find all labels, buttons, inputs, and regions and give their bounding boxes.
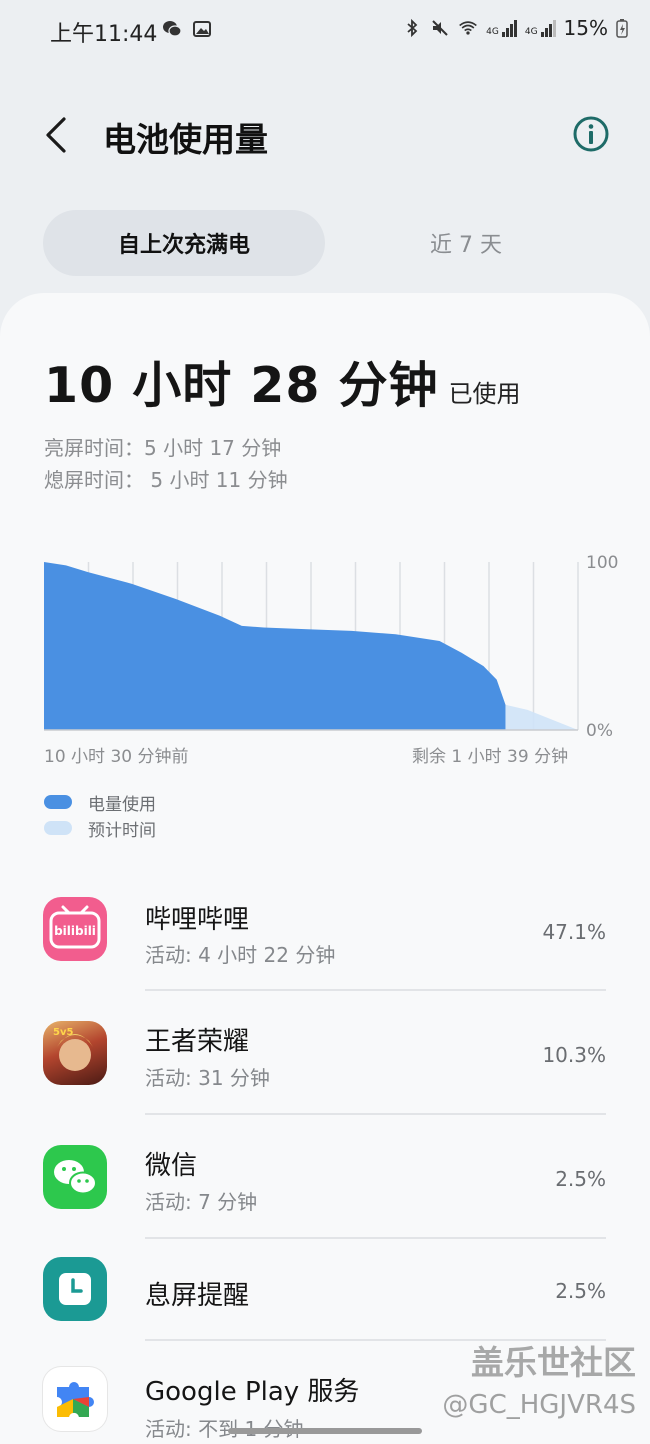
signal-strength-icon-2: 4G	[524, 19, 556, 37]
network-type-label: 4G	[486, 26, 499, 37]
legend-label-estimate: 预计时间	[88, 820, 156, 841]
app-name: 王者荣耀	[145, 1027, 250, 1057]
app-row-honor-of-kings[interactable]: 5v5 王者荣耀 活动: 31 分钟 10.3%	[0, 991, 650, 1113]
x-start-label: 10 小时 30 分钟前	[44, 747, 189, 767]
app-row-bilibili[interactable]: bilibili 哔哩哔哩 活动: 4 小时 22 分钟 47.1%	[0, 863, 650, 989]
bilibili-icon-text: bilibili	[54, 924, 96, 938]
system-status-icons: 4G 4G 15%	[402, 16, 628, 40]
info-button[interactable]	[572, 115, 610, 153]
battery-chart: 100 0% 10 小时 30 分钟前 剩余 1 小时 39 分钟	[0, 540, 650, 780]
google-play-services-icon	[43, 1367, 107, 1431]
app-activity: 活动: 4 小时 22 分钟	[145, 943, 336, 967]
app-name: 哔哩哔哩	[145, 905, 250, 935]
notification-icons	[162, 19, 212, 39]
wechat-app-icon	[43, 1145, 107, 1209]
wechat-notification-icon	[163, 21, 182, 37]
bilibili-app-icon: bilibili	[43, 897, 107, 961]
bluetooth-icon	[407, 18, 418, 38]
home-indicator[interactable]	[228, 1428, 422, 1434]
watermark-handle: @GC_HGJVR4S	[442, 1390, 636, 1420]
usage-area-series	[44, 562, 506, 730]
image-notification-icon	[193, 21, 211, 37]
app-percent: 47.1%	[542, 920, 606, 944]
period-tabs: 自上次充满电 近 7 天	[43, 210, 607, 276]
y-tick-min: 0%	[586, 721, 613, 741]
signal-strength-icon: 4G	[486, 19, 517, 37]
mute-icon	[432, 20, 448, 36]
app-name: 微信	[145, 1151, 198, 1181]
clock-app-icon	[43, 1257, 107, 1321]
network-type-label-2: 4G	[524, 26, 538, 37]
screen-off-time: 熄屏时间： 5 小时 11 分钟	[44, 468, 288, 492]
app-activity: 活动: 7 分钟	[145, 1190, 258, 1214]
info-icon	[573, 116, 609, 152]
page-title: 电池使用量	[103, 120, 268, 159]
legend-item-estimate: 预计时间	[44, 815, 156, 841]
legend-item-usage: 电量使用	[44, 789, 156, 815]
app-name: Google Play 服务	[145, 1377, 360, 1407]
chevron-left-icon	[46, 117, 66, 153]
app-percent: 2.5%	[555, 1167, 606, 1191]
app-percent: 2.5%	[555, 1279, 606, 1303]
app-name: 息屏提醒	[145, 1281, 250, 1311]
app-row-wechat[interactable]: 微信 活动: 7 分钟 2.5%	[0, 1115, 650, 1237]
status-bar: 上午11:44 4G 4G 15%	[0, 0, 650, 60]
honor-of-kings-app-icon: 5v5	[43, 1021, 107, 1085]
app-percent: 10.3%	[542, 1043, 606, 1067]
y-tick-max: 100	[586, 553, 619, 573]
estimate-area-series	[505, 704, 578, 730]
tab-last-7-days[interactable]: 近 7 天	[325, 210, 607, 276]
chart-legend: 电量使用 预计时间	[44, 789, 156, 841]
back-button[interactable]	[38, 113, 78, 157]
watermark-community: 盖乐世社区	[471, 1343, 636, 1382]
legend-swatch-estimate	[44, 821, 72, 835]
total-usage-value: 10 小时 28 分钟	[44, 357, 439, 414]
status-time: 上午11:44	[50, 22, 158, 47]
app-bar: 电池使用量	[0, 95, 650, 175]
legend-swatch-usage	[44, 795, 72, 809]
battery-percent: 15%	[563, 16, 608, 40]
screen-on-time: 亮屏时间：5 小时 17 分钟	[44, 436, 282, 460]
app-activity: 活动: 31 分钟	[145, 1066, 270, 1090]
battery-charging-icon	[616, 19, 628, 38]
total-usage: 10 小时 28 分钟 已使用	[44, 346, 521, 417]
wifi-icon	[459, 21, 477, 35]
total-usage-suffix: 已使用	[448, 380, 521, 408]
honor-of-kings-icon-text: 5v5	[53, 1027, 73, 1038]
app-row-aod-reminder[interactable]: 息屏提醒 2.5%	[0, 1239, 650, 1339]
legend-label-usage: 电量使用	[88, 794, 156, 815]
tab-since-full-charge[interactable]: 自上次充满电	[43, 210, 325, 276]
x-end-label: 剩余 1 小时 39 分钟	[412, 747, 569, 767]
